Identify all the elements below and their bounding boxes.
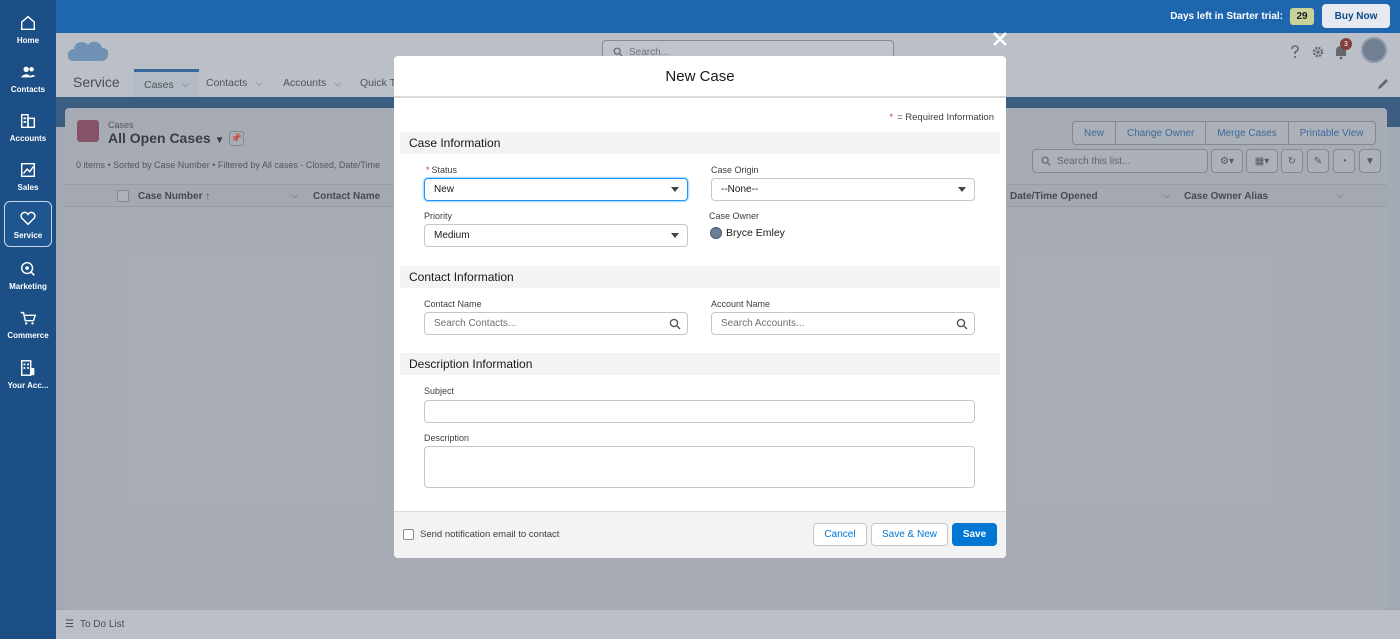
- marketing-icon: [20, 261, 35, 276]
- rail-item-home[interactable]: Home: [4, 6, 52, 52]
- rail-item-label: Home: [16, 35, 40, 45]
- account-name-lookup[interactable]: Search Accounts...: [711, 312, 975, 335]
- search-icon: [669, 318, 681, 330]
- modal-title: New Case: [394, 56, 1006, 98]
- caret-down-icon: [671, 187, 679, 192]
- status-value: New: [434, 184, 455, 195]
- section-contact-information[interactable]: Contact Information: [400, 266, 1000, 288]
- description-textarea[interactable]: [424, 446, 975, 488]
- caret-down-icon: [958, 187, 966, 192]
- case-origin-select[interactable]: --None--: [711, 178, 975, 201]
- required-note-text: = Required Information: [897, 112, 994, 123]
- trial-banner: Days left in Starter trial: 29 Buy Now: [56, 0, 1400, 33]
- rail-item-label: Contacts: [10, 84, 46, 94]
- new-case-modal: New Case * = Required Information Case In…: [394, 56, 1006, 558]
- rail-item-label: Marketing: [9, 281, 47, 291]
- contact-name-lookup[interactable]: Search Contacts...: [424, 312, 688, 335]
- rail-item-label: Accounts: [9, 133, 47, 143]
- account-search-placeholder: Search Accounts...: [721, 318, 805, 329]
- trial-text: Days left in Starter trial:: [1170, 11, 1283, 22]
- section-description-information[interactable]: Description Information: [400, 353, 1000, 375]
- rail-item-marketing[interactable]: Marketing: [4, 252, 52, 298]
- rail-item-contacts[interactable]: Contacts: [4, 55, 52, 101]
- contact-search-placeholder: Search Contacts...: [434, 318, 517, 329]
- search-icon: [956, 318, 968, 330]
- priority-label: Priority: [424, 211, 453, 221]
- buy-now-button[interactable]: Buy Now: [1322, 4, 1390, 28]
- subject-input[interactable]: [424, 400, 975, 423]
- heart-icon: [20, 211, 36, 225]
- building-icon: [20, 359, 35, 376]
- required-star: *: [426, 165, 430, 175]
- left-nav-rail: Home Contacts Accounts Sales Service Mar…: [0, 0, 56, 639]
- close-icon[interactable]: [991, 30, 1009, 48]
- owner-avatar-icon: [710, 227, 722, 239]
- section-case-information[interactable]: Case Information: [400, 132, 1000, 154]
- rail-item-your-account[interactable]: Your Acc...: [4, 351, 52, 397]
- save-button[interactable]: Save: [952, 523, 997, 546]
- rail-item-label: Commerce: [7, 330, 49, 340]
- send-notification-checkbox[interactable]: [403, 529, 414, 540]
- contact-name-label: Contact Name: [424, 299, 482, 309]
- account-name-label: Account Name: [711, 299, 771, 309]
- status-select[interactable]: New: [424, 178, 688, 201]
- contacts-icon: [20, 66, 36, 77]
- case-origin-value: --None--: [721, 184, 759, 195]
- required-star: *: [889, 112, 894, 123]
- sales-icon: [20, 162, 36, 177]
- rail-item-commerce[interactable]: Commerce: [4, 301, 52, 347]
- home-icon: [20, 15, 36, 30]
- trial-days-badge: 29: [1290, 8, 1314, 25]
- rail-item-label: Service: [13, 230, 43, 240]
- rail-item-label: Sales: [17, 182, 39, 192]
- cancel-button[interactable]: Cancel: [813, 523, 867, 546]
- modal-footer: Send notification email to contact Cance…: [394, 511, 1006, 558]
- cart-icon: [20, 311, 37, 325]
- accounts-icon: [20, 113, 36, 128]
- rail-item-service[interactable]: Service: [4, 201, 52, 247]
- send-notification-label: Send notification email to contact: [420, 529, 560, 540]
- case-origin-label: Case Origin: [711, 165, 759, 175]
- save-and-new-button[interactable]: Save & New: [871, 523, 948, 546]
- status-label-text: Status: [431, 165, 458, 175]
- status-label: * Status: [426, 165, 457, 175]
- subject-label: Subject: [424, 386, 455, 396]
- priority-value: Medium: [434, 230, 470, 241]
- caret-down-icon: [671, 233, 679, 238]
- rail-item-sales[interactable]: Sales: [4, 153, 52, 199]
- required-info-note: * = Required Information: [889, 112, 994, 123]
- case-owner-value[interactable]: Bryce Emley: [710, 227, 785, 239]
- priority-select[interactable]: Medium: [424, 224, 688, 247]
- rail-item-accounts[interactable]: Accounts: [4, 104, 52, 150]
- case-owner-label: Case Owner: [709, 211, 760, 221]
- rail-item-label: Your Acc...: [7, 380, 49, 390]
- description-label: Description: [424, 433, 470, 443]
- case-owner-name: Bryce Emley: [726, 227, 785, 239]
